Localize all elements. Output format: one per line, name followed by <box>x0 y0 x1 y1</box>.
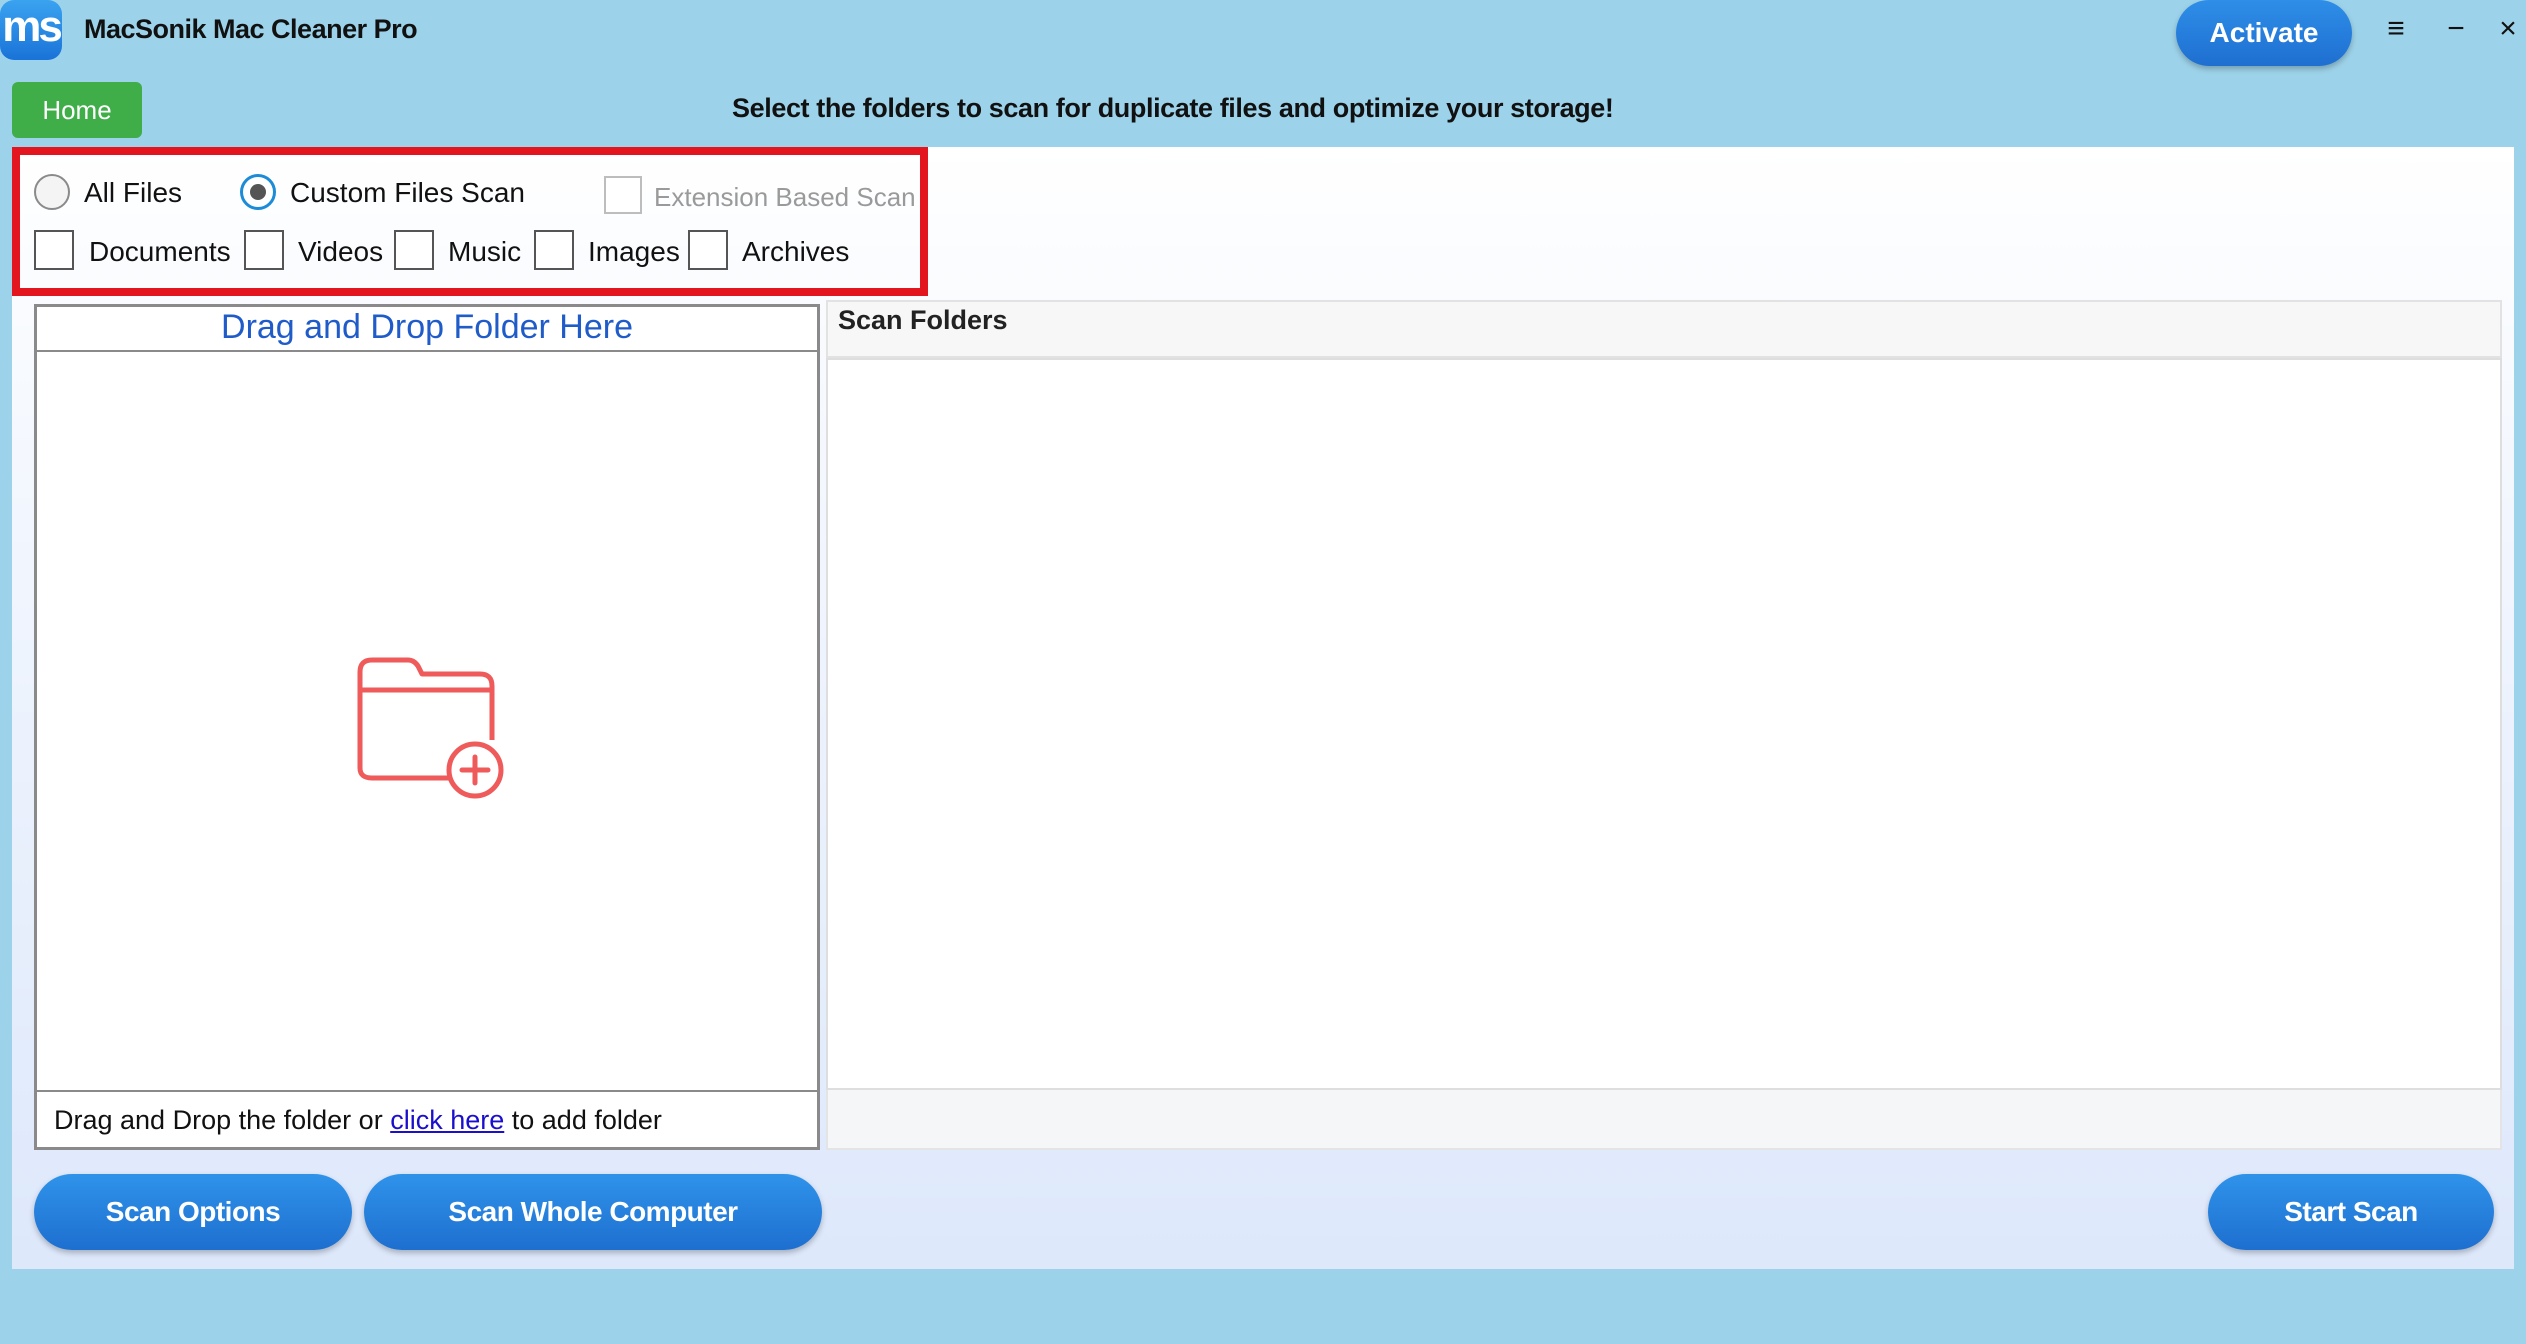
drop-zone-footer: Drag and Drop the folder or click here t… <box>34 1090 820 1150</box>
close-icon[interactable]: × <box>2488 12 2526 46</box>
drop-zone-header: Drag and Drop Folder Here <box>34 304 820 352</box>
drop-zone-footer-suffix: to add folder <box>511 1105 662 1135</box>
activate-button[interactable]: Activate <box>2176 0 2352 66</box>
scan-folders-footer <box>826 1090 2502 1150</box>
menu-icon[interactable]: ≡ <box>2376 12 2416 46</box>
app-title: MacSonik Mac Cleaner Pro <box>84 14 418 44</box>
scan-whole-computer-button[interactable]: Scan Whole Computer <box>364 1174 822 1250</box>
scan-folders-list[interactable] <box>826 358 2502 1090</box>
home-button[interactable]: Home <box>12 82 142 138</box>
app-logo: ms <box>0 0 63 60</box>
start-scan-button[interactable]: Start Scan <box>2208 1174 2494 1250</box>
scan-options-button[interactable]: Scan Options <box>34 1174 352 1250</box>
minimize-icon[interactable]: − <box>2436 12 2476 46</box>
scan-folders-header: Scan Folders <box>826 300 2502 358</box>
page-heading: Select the folders to scan for duplicate… <box>732 93 1614 123</box>
click-here-link[interactable]: click here <box>390 1105 504 1135</box>
highlight-box <box>12 147 928 296</box>
folder-add-icon[interactable] <box>350 650 520 810</box>
drop-zone-footer-prefix: Drag and Drop the folder or <box>54 1105 383 1135</box>
